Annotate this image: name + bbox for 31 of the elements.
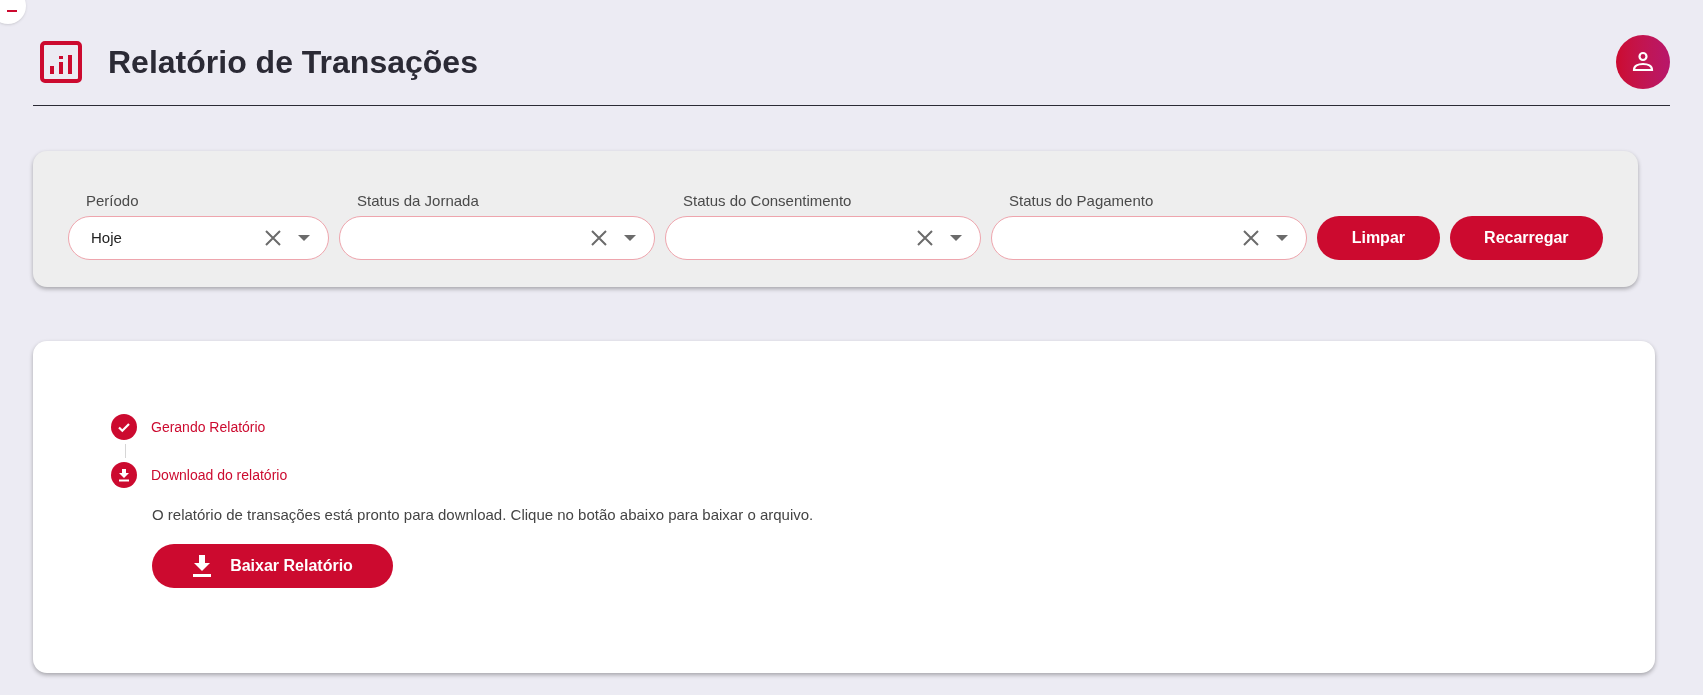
filter-label: Período: [85, 190, 140, 211]
select-field[interactable]: [665, 216, 981, 260]
select-value: Hoje: [91, 228, 122, 246]
download-icon: [192, 554, 213, 577]
select-field[interactable]: [339, 216, 655, 260]
dropdown-caret-icon[interactable]: [298, 235, 310, 241]
dropdown-caret-icon[interactable]: [950, 235, 962, 241]
ready-message: O relatório de transações está pronto para download. Clique no botão abaixo para baixar o arquivo.: [152, 505, 815, 525]
select-field[interactable]: Hoje: [68, 216, 329, 260]
page-title: Relatório de Transações: [108, 43, 478, 82]
minus-icon: [7, 10, 17, 12]
step-label: Download do relatório: [151, 465, 288, 485]
user-avatar-button[interactable]: [1616, 35, 1670, 89]
clear-icon[interactable]: [916, 229, 934, 247]
check-circle-icon: [111, 414, 137, 440]
bar-chart-icon: [40, 41, 82, 83]
dropdown-caret-icon[interactable]: [1276, 235, 1288, 241]
clear-icon[interactable]: [1242, 229, 1260, 247]
user-icon: [1632, 51, 1654, 73]
filter-label: Status do Pagamento: [1008, 190, 1155, 211]
filter-label: Status da Jornada: [356, 190, 480, 211]
download-circle-icon: [111, 462, 137, 488]
step-label: Gerando Relatório: [151, 417, 266, 437]
dropdown-caret-icon[interactable]: [624, 235, 636, 241]
select-field[interactable]: [991, 216, 1307, 260]
reload-button[interactable]: Recarregar: [1449, 216, 1603, 260]
filter-label: Status do Consentimento: [682, 190, 853, 211]
clear-icon[interactable]: [590, 229, 608, 247]
download-report-button[interactable]: Baixar Relatório: [152, 543, 393, 588]
clear-icon[interactable]: [264, 229, 282, 247]
clear-button[interactable]: Limpar: [1317, 216, 1440, 260]
